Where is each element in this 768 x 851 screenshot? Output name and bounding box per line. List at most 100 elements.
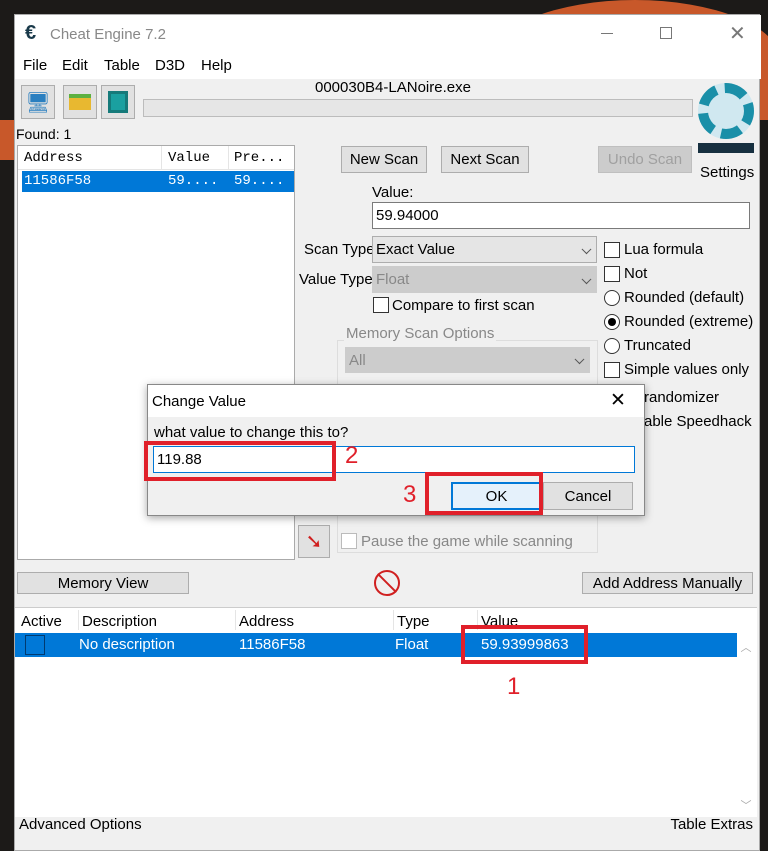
- menu-edit[interactable]: Edit: [62, 57, 88, 74]
- menu-file[interactable]: File: [23, 57, 47, 74]
- radio-rounded-extreme[interactable]: [604, 314, 620, 330]
- dialog-title: Change Value: [152, 393, 246, 410]
- row-previous: 59....: [234, 173, 285, 189]
- checkbox-not[interactable]: [604, 266, 620, 282]
- option-label: Lua formula: [624, 241, 704, 258]
- row-address: 11586F58: [24, 173, 92, 189]
- annotation-box-2: [144, 441, 336, 481]
- annotation-box-3: [425, 472, 543, 515]
- cheat-engine-logo-icon[interactable]: [698, 83, 758, 161]
- new-scan-button[interactable]: New Scan: [341, 146, 427, 173]
- pause-game-checkbox[interactable]: [341, 533, 357, 549]
- save-button[interactable]: [101, 85, 135, 119]
- column-value[interactable]: Value: [168, 150, 210, 166]
- memory-view-button[interactable]: Memory View: [17, 572, 189, 594]
- chevron-down-icon: [581, 273, 592, 284]
- folder-open-icon: [69, 94, 91, 110]
- window-title: Cheat Engine 7.2: [50, 26, 166, 43]
- undo-scan-button[interactable]: Undo Scan: [598, 146, 692, 173]
- row-address: 11586F58: [239, 636, 306, 653]
- annotation-number-3: 3: [403, 481, 417, 508]
- add-address-manually-button[interactable]: Add Address Manually: [582, 572, 753, 594]
- dialog-prompt: what value to change this to?: [154, 424, 349, 441]
- row-type: Float: [395, 636, 429, 653]
- value-type-value: Float: [376, 271, 410, 288]
- speedhack-label: able Speedhack: [644, 413, 752, 430]
- dialog-close-button[interactable]: ✕: [610, 389, 626, 412]
- menu-table[interactable]: Table: [104, 57, 140, 74]
- scan-type-value: Exact Value: [376, 241, 455, 258]
- memory-scan-options-title: Memory Scan Options: [344, 325, 497, 342]
- cancel-button[interactable]: Cancel: [543, 482, 633, 510]
- column-description[interactable]: Description: [82, 613, 157, 630]
- active-checkbox[interactable]: [25, 635, 45, 655]
- column-address[interactable]: Address: [239, 613, 294, 630]
- computer-icon: 🖥: [25, 91, 51, 114]
- arrow-down-right-icon: ➘: [305, 531, 323, 553]
- app-logo-icon: €: [25, 22, 37, 44]
- list-header: Address Value Pre...: [18, 146, 294, 170]
- divider: [235, 610, 236, 630]
- option-label: Not: [624, 265, 648, 282]
- checkbox-simple-values-only[interactable]: [604, 362, 620, 378]
- divider: [228, 146, 229, 170]
- option-label: Rounded (extreme): [624, 313, 754, 330]
- select-process-button[interactable]: 🖥: [21, 85, 55, 119]
- table-row[interactable]: No description 11586F58 Float 59.9399986…: [15, 633, 737, 657]
- compare-first-checkbox[interactable]: [373, 297, 389, 313]
- option-label: Truncated: [624, 337, 691, 354]
- menu-bar: File Edit Table D3D Help: [15, 53, 761, 79]
- menu-help[interactable]: Help: [201, 57, 232, 74]
- row-description: No description: [79, 636, 175, 653]
- annotation-box-1: [461, 625, 588, 664]
- vertical-scrollbar[interactable]: ︿ ﹀: [737, 633, 755, 817]
- close-button[interactable]: ✕: [729, 21, 746, 46]
- option-label: Simple values only: [624, 361, 750, 378]
- divider: [161, 146, 162, 170]
- compare-first-label: Compare to first scan: [392, 297, 535, 314]
- open-file-button[interactable]: [63, 85, 97, 119]
- menu-d3d[interactable]: D3D: [155, 57, 185, 74]
- scan-type-label: Scan Type: [304, 241, 375, 258]
- memory-region-select[interactable]: All: [345, 347, 590, 373]
- dialog-title-bar: Change Value ✕: [148, 385, 644, 417]
- value-type-label: Value Type: [299, 271, 373, 288]
- found-count: Found: 1: [16, 126, 72, 142]
- divider: [78, 610, 79, 630]
- title-bar: € Cheat Engine 7.2 ✕: [15, 15, 761, 53]
- stop-icon[interactable]: [374, 570, 400, 596]
- radio-rounded-default[interactable]: [604, 290, 620, 306]
- radio-truncated[interactable]: [604, 338, 620, 354]
- list-row[interactable]: 11586F58 59.... 59....: [22, 171, 294, 192]
- option-label: Rounded (default): [624, 289, 745, 306]
- next-scan-button[interactable]: Next Scan: [441, 146, 529, 173]
- memory-region-value: All: [349, 351, 366, 369]
- annotation-number-2: 2: [345, 442, 359, 469]
- pause-game-label: Pause the game while scanning: [361, 533, 573, 550]
- value-label: Value:: [372, 184, 414, 201]
- scan-progress-bar: [143, 99, 693, 117]
- address-table[interactable]: Active Description Address Type Value No des…: [15, 607, 757, 817]
- column-active[interactable]: Active: [21, 613, 62, 630]
- row-value: 59....: [168, 173, 219, 189]
- add-to-list-arrow-button[interactable]: ➘: [298, 525, 330, 558]
- scan-type-select[interactable]: Exact Value: [372, 236, 597, 263]
- floppy-disk-icon: [108, 91, 128, 113]
- column-address[interactable]: Address: [24, 150, 83, 166]
- value-type-select[interactable]: Float: [372, 266, 597, 293]
- chevron-down-icon: [581, 243, 592, 254]
- process-name: 000030B4-LANoire.exe: [315, 79, 471, 96]
- checkbox-lua-formula[interactable]: [604, 242, 620, 258]
- table-extras-link[interactable]: Table Extras: [670, 816, 753, 833]
- annotation-number-1: 1: [507, 673, 521, 700]
- settings-link[interactable]: Settings: [700, 164, 754, 181]
- minimize-button[interactable]: [601, 33, 613, 34]
- column-previous[interactable]: Pre...: [234, 150, 284, 166]
- divider: [393, 610, 394, 630]
- value-input[interactable]: 59.94000: [372, 202, 750, 229]
- advanced-options-link[interactable]: Advanced Options: [19, 816, 142, 833]
- chevron-down-icon: [574, 354, 585, 365]
- randomizer-label: randomizer: [644, 389, 720, 406]
- column-type[interactable]: Type: [397, 613, 430, 630]
- maximize-button[interactable]: [660, 27, 672, 39]
